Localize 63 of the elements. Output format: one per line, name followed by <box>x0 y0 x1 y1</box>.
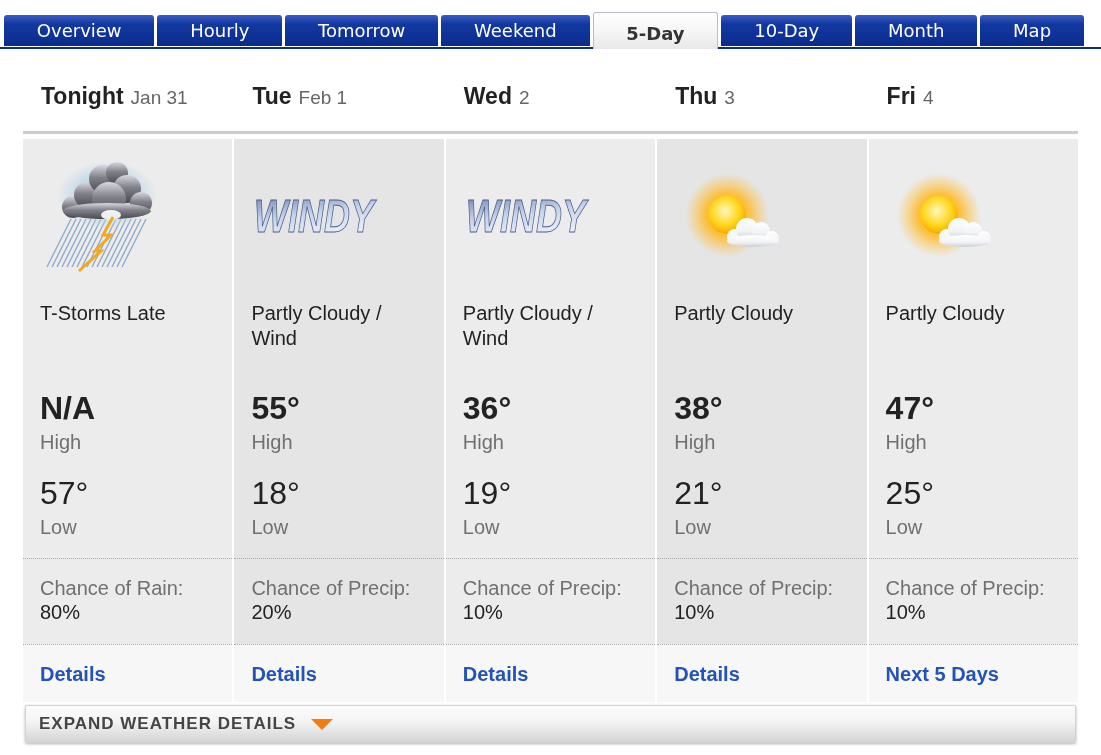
tab[interactable]: Overview <box>4 15 155 46</box>
high-label: High <box>462 430 504 454</box>
condition-text: Partly Cloudy <box>885 301 1005 326</box>
precip-value: 80% <box>40 600 81 624</box>
high-temp: 47° <box>885 389 934 427</box>
tab[interactable]: Map <box>980 15 1084 46</box>
low-label: Low <box>40 515 77 539</box>
day-name: Wed <box>463 83 512 109</box>
sun-cloud-icon <box>896 173 993 259</box>
sun-cloud-icon <box>685 173 782 259</box>
day-name: Fri <box>886 83 916 109</box>
low-label: Low <box>885 515 923 539</box>
tab[interactable]: 10-Day <box>721 15 853 46</box>
forecast-link[interactable]: Details <box>40 662 106 686</box>
precip-value: 10% <box>885 600 926 624</box>
day-name: Thu <box>675 83 718 109</box>
day-date: Jan 31 <box>130 87 188 108</box>
tab[interactable]: Hourly <box>157 15 283 46</box>
low-temp: 25° <box>885 474 934 512</box>
low-temp: 21° <box>674 474 723 512</box>
caret-icon <box>311 718 334 730</box>
day-name: Tonight <box>41 83 124 109</box>
condition-text: Partly Cloudy / Wind <box>462 301 594 351</box>
low-temp: 19° <box>462 474 512 512</box>
high-label: High <box>251 430 293 454</box>
precip-value: 10% <box>462 600 503 624</box>
precip-label: Chance of Precip: <box>462 576 622 600</box>
high-label: High <box>885 430 927 454</box>
windy-graphic: WINDY <box>463 189 596 243</box>
low-temp: 18° <box>251 474 300 512</box>
day-name: Tue <box>252 83 292 109</box>
day-date: 3 <box>724 87 735 108</box>
windy-graphic: WINDY <box>252 189 385 243</box>
condition-text: Partly Cloudy / Wind <box>251 301 383 351</box>
forecast-link[interactable]: Details <box>251 662 317 686</box>
tab[interactable]: 5-Day <box>592 12 719 49</box>
precip-value: 10% <box>674 600 715 624</box>
day-date: 4 <box>923 87 934 108</box>
low-label: Low <box>462 515 500 539</box>
precip-label: Chance of Precip: <box>251 576 411 600</box>
tab[interactable]: Weekend <box>441 15 590 46</box>
expand-details-button[interactable]: EXPAND WEATHER DETAILS <box>25 705 1076 743</box>
high-temp: N/A <box>40 389 96 427</box>
condition-text: T-Storms Late <box>40 301 166 326</box>
precip-label: Chance of Precip: <box>674 576 834 600</box>
low-label: Low <box>251 515 289 539</box>
precip-label: Chance of Precip: <box>885 576 1045 600</box>
low-label: Low <box>674 515 711 539</box>
day-date: Feb 1 <box>298 87 348 108</box>
tab[interactable]: Tomorrow <box>285 15 439 46</box>
day-date: 2 <box>518 87 530 108</box>
high-label: High <box>40 430 82 454</box>
tab[interactable]: Month <box>855 15 978 46</box>
precip-label: Chance of Rain: <box>40 576 184 600</box>
low-temp: 57° <box>40 474 89 512</box>
high-temp: 55° <box>251 389 300 427</box>
high-label: High <box>674 430 716 454</box>
forecast-link[interactable]: Details <box>462 662 529 686</box>
high-temp: 36° <box>462 389 512 427</box>
condition-text: Partly Cloudy <box>674 301 794 326</box>
forecast-link[interactable]: Details <box>674 662 740 686</box>
precip-value: 20% <box>251 600 292 624</box>
high-temp: 38° <box>674 389 723 427</box>
